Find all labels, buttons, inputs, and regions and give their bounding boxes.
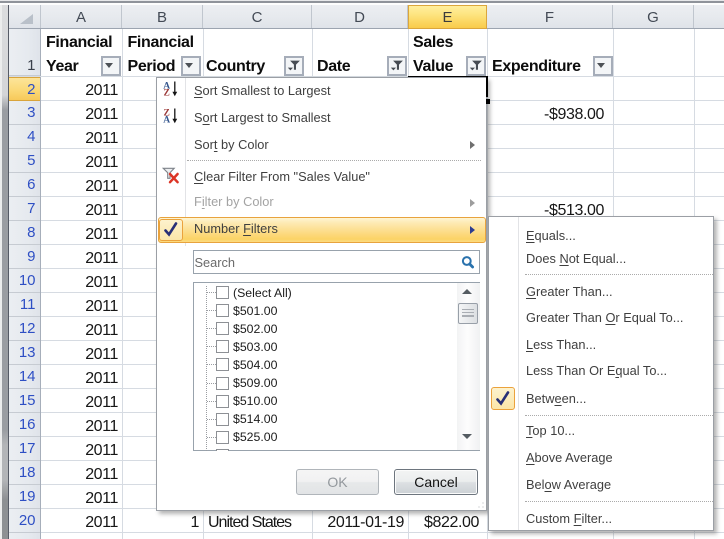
svg-text:Z: Z: [163, 88, 169, 97]
svg-text:A: A: [163, 115, 170, 124]
